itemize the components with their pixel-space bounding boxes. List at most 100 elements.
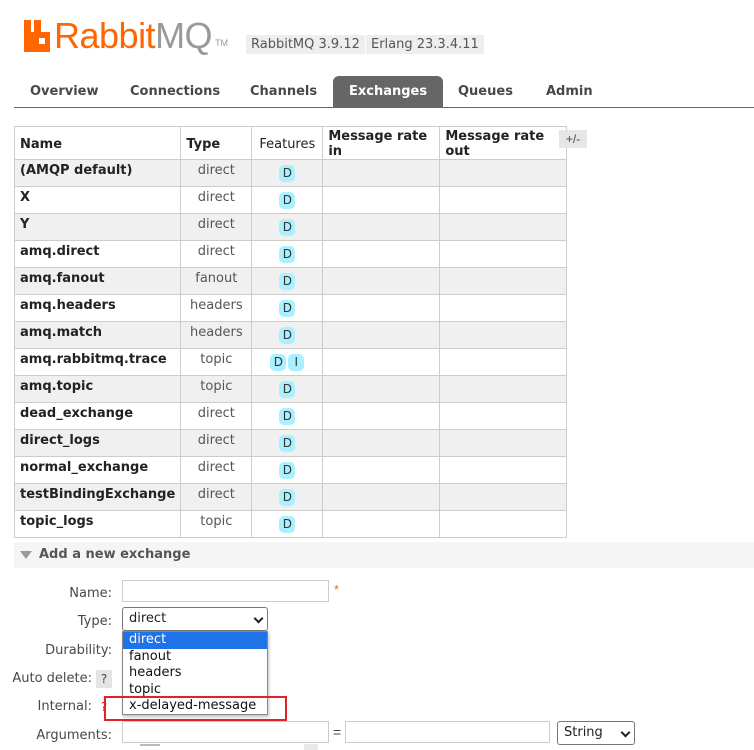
columns-toggle-button[interactable]: +/- xyxy=(559,130,587,148)
exchange-name-cell[interactable]: dead_exchange xyxy=(13,402,182,430)
rate-in-cell xyxy=(322,348,441,376)
name-label: Name: xyxy=(69,586,112,601)
exchange-name-cell[interactable]: normal_exchange xyxy=(13,456,182,484)
logo-text-rabbit: Rabbit xyxy=(54,15,156,56)
argument-key-input[interactable] xyxy=(122,721,329,743)
exchange-type-cell: direct xyxy=(180,456,253,484)
tab-overview[interactable]: Overview xyxy=(14,76,115,108)
exchange-type-cell: headers xyxy=(180,294,253,322)
rate-in-cell xyxy=(322,159,441,187)
durable-badge: D xyxy=(279,435,296,452)
exchange-type-select[interactable]: direct xyxy=(122,607,268,631)
rate-out-cell xyxy=(439,510,568,538)
tab-admin[interactable]: Admin xyxy=(530,76,609,108)
durable-badge: D xyxy=(279,192,296,209)
exchange-features-cell: D xyxy=(251,186,324,214)
table-row[interactable]: amq.match headers D xyxy=(13,321,568,349)
rate-out-cell xyxy=(439,159,568,187)
exchange-type-cell: direct xyxy=(180,186,253,214)
dropdown-option-headers[interactable]: headers xyxy=(123,665,267,682)
rabbitmq-logo[interactable]: RabbitMQ TM xyxy=(24,16,228,56)
tab-exchanges[interactable]: Exchanges xyxy=(333,76,444,108)
table-row[interactable]: amq.fanout fanout D xyxy=(13,267,568,295)
exchange-name-cell[interactable]: amq.topic xyxy=(13,375,182,403)
table-row[interactable]: normal_exchange direct D xyxy=(13,456,568,484)
exchange-name-input[interactable] xyxy=(122,580,329,602)
collapse-triangle-icon xyxy=(20,551,32,559)
exchange-name-cell[interactable]: direct_logs xyxy=(13,429,182,457)
rate-out-cell xyxy=(439,429,568,457)
exchange-name-cell[interactable]: amq.direct xyxy=(13,240,182,268)
add-exchange-section-toggle[interactable]: Add a new exchange xyxy=(14,542,754,568)
main-tabs: Overview Connections Channels Exchanges … xyxy=(14,76,754,108)
exchange-name-cell[interactable]: testBindingExchange xyxy=(13,483,182,511)
tab-channels[interactable]: Channels xyxy=(234,76,333,108)
rate-in-cell xyxy=(322,483,441,511)
exchange-name-cell[interactable]: amq.headers xyxy=(13,294,182,322)
annotation-highlight-box xyxy=(104,696,287,721)
exchange-type-cell: topic xyxy=(180,375,253,403)
type-label: Type: xyxy=(77,614,112,629)
exchange-name-cell[interactable]: Y xyxy=(13,213,182,241)
exchange-type-cell: direct xyxy=(180,159,253,187)
table-row[interactable]: (AMQP default) direct D xyxy=(13,159,568,187)
table-row[interactable]: testBindingExchange direct D xyxy=(13,483,568,511)
exchange-type-cell: fanout xyxy=(180,267,253,295)
exchange-features-cell: D xyxy=(251,375,324,403)
add-exchange-title: Add a new exchange xyxy=(39,547,191,562)
auto-delete-label: Auto delete: xyxy=(12,671,92,686)
rate-in-cell xyxy=(322,402,441,430)
rate-out-cell xyxy=(439,348,568,376)
exchange-name-cell[interactable]: amq.rabbitmq.trace xyxy=(13,348,182,376)
dropdown-option-direct[interactable]: direct xyxy=(123,632,267,649)
exchange-type-cell: direct xyxy=(180,213,253,241)
tab-connections[interactable]: Connections xyxy=(114,76,236,108)
exchange-features-cell: D xyxy=(251,483,324,511)
add-argument-button[interactable] xyxy=(304,744,318,750)
durable-badge: D xyxy=(279,165,296,182)
exchange-name-cell[interactable]: amq.fanout xyxy=(13,267,182,295)
table-row[interactable]: Ydirect D xyxy=(13,213,568,241)
column-header-rate-in[interactable]: Message rate in xyxy=(322,126,441,160)
table-row[interactable]: amq.topic topic D xyxy=(13,375,568,403)
table-row[interactable]: dead_exchange direct D xyxy=(13,402,568,430)
durable-badge: D xyxy=(279,381,296,398)
durable-badge: D xyxy=(279,462,296,479)
exchanges-table: Name Type Features Message rate in Messa… xyxy=(13,126,568,538)
column-header-name[interactable]: Name xyxy=(13,126,182,160)
required-star: * xyxy=(334,582,340,597)
durable-badge: D xyxy=(279,219,296,236)
argument-value-input[interactable] xyxy=(345,721,550,743)
arguments-label: Arguments: xyxy=(36,728,112,743)
divider xyxy=(140,744,160,746)
table-row[interactable]: topic_logs topic D xyxy=(13,510,568,538)
tab-queues[interactable]: Queues xyxy=(442,76,529,108)
exchange-name-cell[interactable]: (AMQP default) xyxy=(13,159,182,187)
rate-in-cell xyxy=(322,294,441,322)
exchange-type-cell: topic xyxy=(180,510,253,538)
auto-delete-help-button[interactable]: ? xyxy=(96,670,112,688)
column-header-rate-out[interactable]: Message rate out xyxy=(439,126,568,160)
rate-in-cell xyxy=(322,213,441,241)
exchange-name-cell[interactable]: X xyxy=(13,186,182,214)
exchange-name-cell[interactable]: topic_logs xyxy=(13,510,182,538)
rate-in-cell xyxy=(322,321,441,349)
table-row[interactable]: amq.rabbitmq.trace topic D I xyxy=(13,348,568,376)
exchange-name-cell[interactable]: amq.match xyxy=(13,321,182,349)
column-header-type[interactable]: Type xyxy=(180,126,253,160)
argument-type-select[interactable]: String xyxy=(557,721,635,745)
exchange-features-cell: D xyxy=(251,267,324,295)
durable-badge: D xyxy=(279,327,296,344)
table-row[interactable]: direct_logs direct D xyxy=(13,429,568,457)
exchange-features-cell: D xyxy=(251,510,324,538)
dropdown-option-fanout[interactable]: fanout xyxy=(123,649,267,666)
chevron-down-icon xyxy=(253,613,264,624)
exchange-type-cell: direct xyxy=(180,240,253,268)
table-row[interactable]: Xdirect D xyxy=(13,186,568,214)
exchange-features-cell: D xyxy=(251,402,324,430)
rate-out-cell xyxy=(439,294,568,322)
table-row[interactable]: amq.direct direct D xyxy=(13,240,568,268)
rate-out-cell xyxy=(439,402,568,430)
table-row[interactable]: amq.headers headers D xyxy=(13,294,568,322)
exchange-features-cell: D xyxy=(251,321,324,349)
